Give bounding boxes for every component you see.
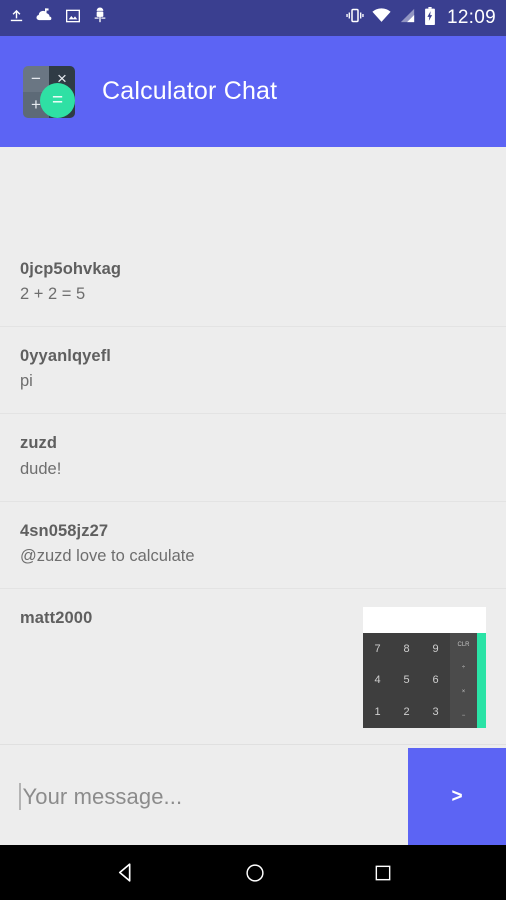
wifi-icon	[372, 8, 391, 28]
calc-multiply-key: ×	[461, 689, 466, 696]
calc-key: 9	[432, 642, 439, 655]
send-button[interactable]: >	[408, 748, 506, 845]
message-author: 4sn058jz27	[20, 521, 109, 540]
calc-clear-key: CLR	[457, 641, 470, 648]
recents-icon[interactable]	[373, 863, 393, 883]
message-item[interactable]: 0jcp5ohvkag 2 + 2 = 5	[0, 240, 506, 328]
message-item[interactable]: zuzd dude!	[0, 414, 506, 502]
message-list[interactable]: 0jcp5ohvkag 2 + 2 = 5 0yyanlqyefl pi zuz…	[0, 147, 506, 744]
signal-icon	[399, 8, 416, 28]
calculator-digit-grid: 7 8 9 4 5 6 1 2 3	[363, 632, 450, 728]
text-caret	[19, 783, 21, 810]
app-bar-title: Calculator Chat	[102, 77, 278, 105]
message-author: matt2000	[20, 608, 93, 627]
cloud-upload-icon	[36, 7, 54, 29]
message-author: zuzd	[20, 434, 58, 453]
message-input-placeholder: Your message...	[22, 783, 183, 809]
equals-icon: =	[40, 82, 75, 118]
calculator-accent-strip	[477, 632, 486, 728]
app-bar: − × + = Calculator Chat	[0, 36, 506, 147]
calculator-screenshot[interactable]: 7 8 9 4 5 6 1 2 3 CLR ÷ × −	[363, 606, 486, 728]
message-input[interactable]: Your message...	[0, 748, 408, 845]
status-bar-notification-icons	[8, 7, 108, 29]
calc-key: 5	[403, 674, 410, 687]
message-text: pi	[20, 372, 33, 391]
battery-charging-icon	[424, 6, 436, 30]
home-icon[interactable]	[244, 862, 266, 884]
image-icon	[65, 8, 81, 29]
calc-key: 4	[374, 674, 381, 687]
back-icon[interactable]	[113, 860, 138, 885]
calc-key: 1	[374, 705, 381, 718]
message-item[interactable]: matt2000 7 8 9 4 5 6 1 2 3 CLR ÷ × −	[0, 588, 506, 744]
android-debug-icon	[92, 7, 108, 29]
calc-key: 2	[403, 705, 410, 718]
message-composer: Your message... >	[0, 744, 506, 845]
android-navigation-bar	[0, 845, 506, 900]
status-bar-system-icons: 12:09	[346, 6, 496, 30]
calculator-display	[363, 606, 486, 633]
message-text: @zuzd love to calculate	[20, 546, 195, 565]
calc-minus-key: −	[461, 712, 466, 719]
calc-key: 7	[374, 642, 381, 655]
message-body: matt2000	[20, 607, 92, 632]
calculator-app-icon: − × + =	[23, 65, 75, 118]
message-text: 2 + 2 = 5	[20, 285, 86, 304]
message-author: 0jcp5ohvkag	[20, 260, 122, 278]
message-text: dude!	[20, 459, 62, 478]
vibrate-icon	[346, 8, 364, 28]
message-author: 0yyanlqyefl	[20, 347, 111, 366]
phone-screen: 12:09 − × + = Calculator Chat 0jcp5ohvka…	[0, 0, 506, 900]
calc-divide-key: ÷	[461, 665, 466, 672]
calc-key: 8	[403, 642, 410, 655]
calculator-keypad: 7 8 9 4 5 6 1 2 3 CLR ÷ × −	[363, 632, 486, 728]
message-list-top-spacer	[0, 147, 506, 240]
status-bar-clock: 12:09	[446, 7, 496, 28]
upload-icon	[8, 7, 25, 29]
calc-key: 6	[432, 674, 439, 687]
message-item[interactable]: 0yyanlqyefl pi	[0, 327, 506, 415]
calc-key: 3	[432, 705, 439, 718]
calculator-operator-column: CLR ÷ × −	[450, 632, 477, 728]
status-bar: 12:09	[0, 0, 506, 36]
message-item[interactable]: 4sn058jz27 @zuzd love to calculate	[0, 501, 506, 589]
